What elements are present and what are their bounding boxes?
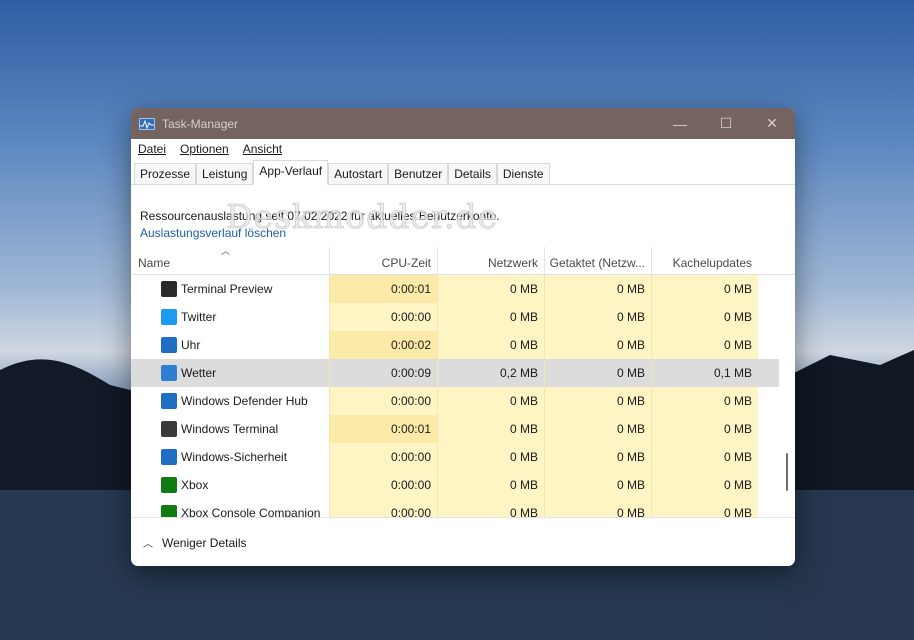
vertical-scrollbar[interactable] bbox=[779, 275, 795, 517]
metered-cell: 0 MB bbox=[544, 303, 651, 331]
tile-updates-cell: 0 MB bbox=[651, 331, 758, 359]
app-history-table: ︿ Name CPU-Zeit Netzwerk Getaktet (Netzw… bbox=[131, 246, 795, 517]
minimize-icon: — bbox=[673, 115, 687, 132]
tab-autostart[interactable]: Autostart bbox=[328, 163, 389, 184]
cpu-time-cell: 0:00:09 bbox=[329, 359, 437, 387]
cpu-time-cell: 0:00:00 bbox=[329, 499, 437, 517]
network-cell: 0 MB bbox=[437, 387, 544, 415]
metered-cell: 0 MB bbox=[544, 415, 651, 443]
tab-app-verlauf[interactable]: App-Verlauf bbox=[253, 160, 329, 185]
table-row[interactable]: Windows-Sicherheit 0:00:00 0 MB 0 MB 0 MB bbox=[131, 443, 779, 471]
menu-ansicht[interactable]: Ansicht bbox=[243, 142, 282, 156]
metered-cell: 0 MB bbox=[544, 471, 651, 499]
minimize-button[interactable]: — bbox=[657, 108, 703, 139]
cpu-time-cell: 0:00:00 bbox=[329, 387, 437, 415]
tab-strip: Prozesse Leistung App-Verlauf Autostart … bbox=[131, 160, 795, 185]
metered-cell: 0 MB bbox=[544, 443, 651, 471]
cpu-time-cell: 0:00:00 bbox=[329, 471, 437, 499]
task-manager-window: Task-Manager — ☐ ✕ Datei Optionen Ansich… bbox=[131, 108, 795, 566]
menu-optionen[interactable]: Optionen bbox=[180, 142, 229, 156]
column-network[interactable]: Netzwerk bbox=[437, 247, 544, 274]
table-body: Terminal Preview 0:00:01 0 MB 0 MB 0 MB Twitt… bbox=[131, 275, 779, 517]
app-name-cell: Terminal Preview bbox=[181, 282, 273, 296]
app-name-cell: Xbox bbox=[181, 478, 209, 492]
scrollbar-thumb[interactable] bbox=[786, 453, 788, 491]
cpu-time-cell: 0:00:02 bbox=[329, 331, 437, 359]
network-cell: 0 MB bbox=[437, 499, 544, 517]
app-name-cell: Xbox Console Companion bbox=[181, 506, 321, 517]
network-cell: 0 MB bbox=[437, 331, 544, 359]
tab-leistung[interactable]: Leistung bbox=[196, 163, 254, 184]
cpu-time-cell: 0:00:00 bbox=[329, 303, 437, 331]
tile-updates-cell: 0 MB bbox=[651, 471, 758, 499]
usage-info: Ressourcenauslastung seit 07.02.2022 für… bbox=[131, 185, 795, 242]
tile-updates-cell: 0 MB bbox=[651, 499, 758, 517]
network-cell: 0 MB bbox=[437, 303, 544, 331]
app-name-cell: Twitter bbox=[181, 310, 217, 324]
app-name-cell: Wetter bbox=[181, 366, 217, 380]
close-icon: ✕ bbox=[766, 115, 778, 131]
chevron-up-icon[interactable]: ︿ bbox=[143, 535, 153, 550]
network-cell: 0,2 MB bbox=[437, 359, 544, 387]
tab-benutzer[interactable]: Benutzer bbox=[388, 163, 449, 184]
metered-cell: 0 MB bbox=[544, 359, 651, 387]
network-cell: 0 MB bbox=[437, 415, 544, 443]
maximize-button[interactable]: ☐ bbox=[703, 108, 749, 139]
tile-updates-cell: 0 MB bbox=[651, 415, 758, 443]
network-cell: 0 MB bbox=[437, 443, 544, 471]
close-button[interactable]: ✕ bbox=[749, 108, 795, 139]
tile-updates-cell: 0 MB bbox=[651, 303, 758, 331]
network-cell: 0 MB bbox=[437, 471, 544, 499]
table-row[interactable]: Wetter 0:00:09 0,2 MB 0 MB 0,1 MB bbox=[131, 359, 779, 387]
tile-updates-cell: 0 MB bbox=[651, 275, 758, 303]
tile-updates-cell: 0 MB bbox=[651, 387, 758, 415]
clear-history-link[interactable]: Auslastungsverlauf löschen bbox=[140, 225, 795, 242]
maximize-icon: ☐ bbox=[719, 115, 733, 131]
metered-cell: 0 MB bbox=[544, 331, 651, 359]
metered-cell: 0 MB bbox=[544, 387, 651, 415]
app-name-cell: Windows Terminal bbox=[181, 422, 279, 436]
title-bar[interactable]: Task-Manager — ☐ ✕ bbox=[131, 108, 795, 139]
table-row[interactable]: Uhr 0:00:02 0 MB 0 MB 0 MB bbox=[131, 331, 779, 359]
column-name[interactable]: Name bbox=[131, 247, 329, 274]
menu-datei[interactable]: Datei bbox=[138, 142, 166, 156]
tab-dienste[interactable]: Dienste bbox=[496, 163, 550, 184]
cpu-time-cell: 0:00:01 bbox=[329, 275, 437, 303]
table-row[interactable]: Windows Defender Hub 0:00:00 0 MB 0 MB 0 MB bbox=[131, 387, 779, 415]
task-manager-icon bbox=[139, 117, 155, 130]
app-name-cell: Windows Defender Hub bbox=[181, 394, 308, 408]
cpu-time-cell: 0:00:01 bbox=[329, 415, 437, 443]
app-name-cell: Windows-Sicherheit bbox=[181, 450, 288, 464]
table-row[interactable]: Twitter 0:00:00 0 MB 0 MB 0 MB bbox=[131, 303, 779, 331]
network-cell: 0 MB bbox=[437, 275, 544, 303]
cpu-time-cell: 0:00:00 bbox=[329, 443, 437, 471]
table-row[interactable]: Xbox 0:00:00 0 MB 0 MB 0 MB bbox=[131, 471, 779, 499]
footer: ︿ Weniger Details bbox=[131, 517, 795, 566]
table-header: ︿ Name CPU-Zeit Netzwerk Getaktet (Netzw… bbox=[131, 246, 795, 275]
tab-prozesse[interactable]: Prozesse bbox=[134, 163, 197, 184]
table-row[interactable]: Windows Terminal 0:00:01 0 MB 0 MB 0 MB bbox=[131, 415, 779, 443]
column-metered-network[interactable]: Getaktet (Netzw... bbox=[544, 247, 651, 274]
column-cpu-time[interactable]: CPU-Zeit bbox=[329, 247, 437, 274]
window-title: Task-Manager bbox=[162, 116, 239, 131]
tile-updates-cell: 0,1 MB bbox=[651, 359, 758, 387]
usage-summary: Ressourcenauslastung seit 07.02.2022 für… bbox=[140, 209, 500, 223]
tab-details[interactable]: Details bbox=[448, 163, 497, 184]
table-row[interactable]: Terminal Preview 0:00:01 0 MB 0 MB 0 MB bbox=[131, 275, 779, 303]
fewer-details-button[interactable]: Weniger Details bbox=[162, 536, 246, 550]
tile-updates-cell: 0 MB bbox=[651, 443, 758, 471]
metered-cell: 0 MB bbox=[544, 499, 651, 517]
table-row[interactable]: Xbox Console Companion 0:00:00 0 MB 0 MB 0 M… bbox=[131, 499, 779, 517]
menu-bar: Datei Optionen Ansicht bbox=[131, 139, 795, 159]
metered-cell: 0 MB bbox=[544, 275, 651, 303]
column-tile-updates[interactable]: Kachelupdates bbox=[651, 247, 758, 274]
app-name-cell: Uhr bbox=[181, 338, 201, 352]
